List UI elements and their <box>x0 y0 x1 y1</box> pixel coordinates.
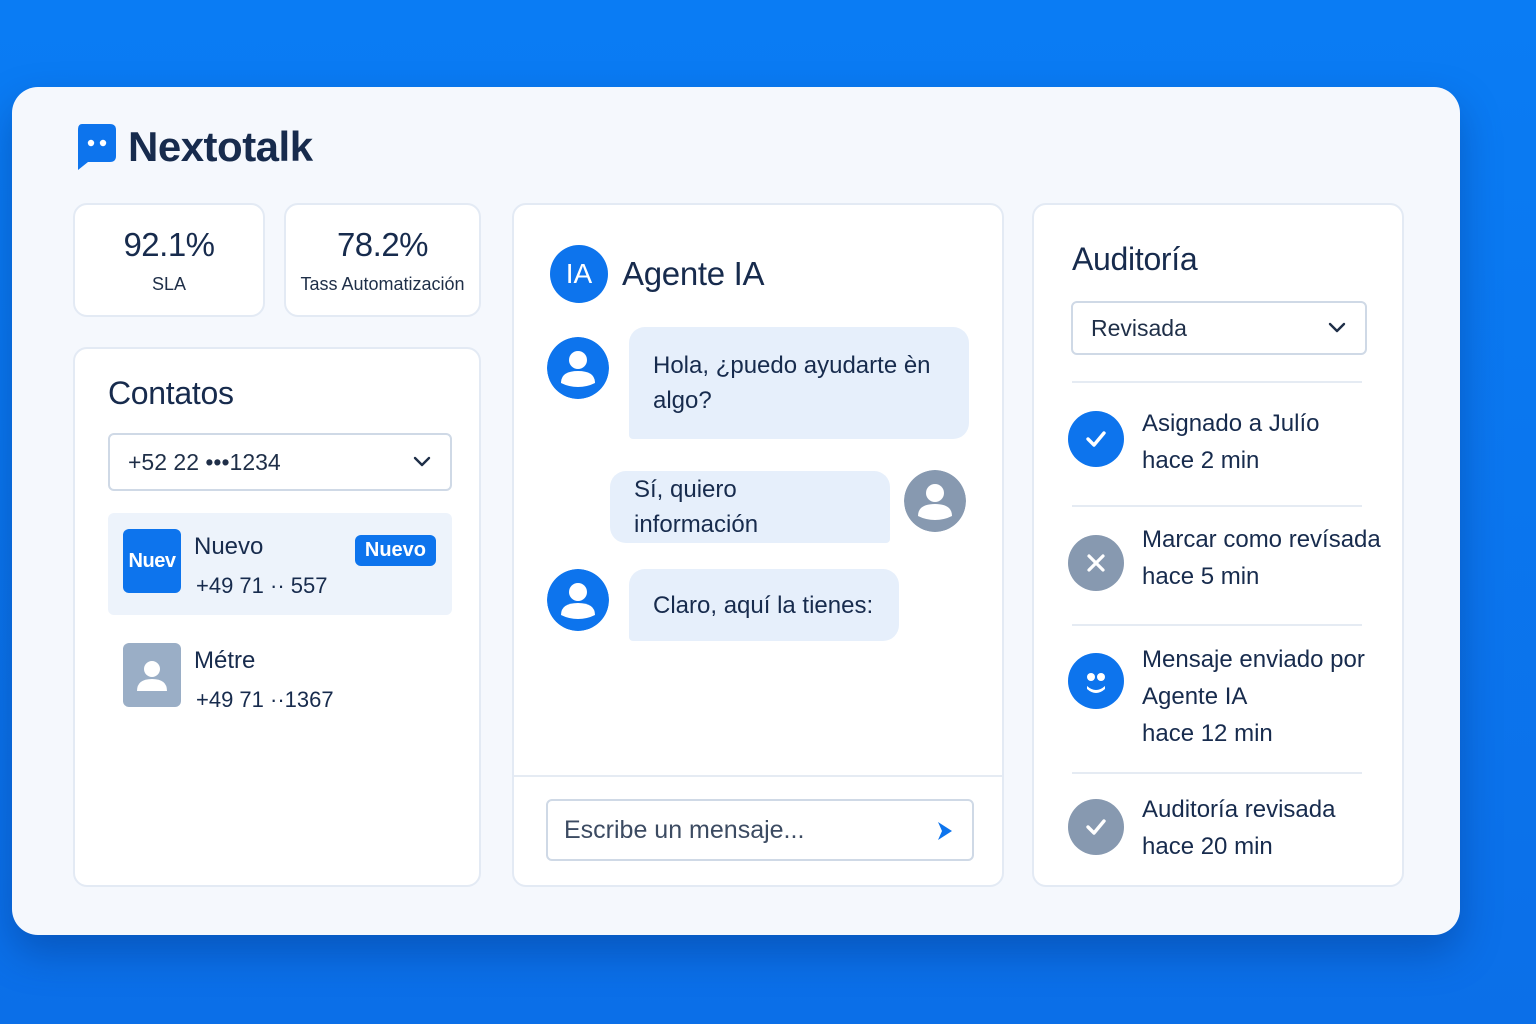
audit-item[interactable]: Asignado a Julío hace 2 min <box>1068 410 1388 491</box>
app-window: Nextotalk 92.1% SLA 78.2% Tass Automatiz… <box>12 87 1460 935</box>
brand: Nextotalk <box>74 121 313 173</box>
user-avatar-icon <box>547 569 609 631</box>
audit-item-text: Asignado a Julío <box>1142 410 1320 437</box>
audit-filter-value: Revisada <box>1091 314 1187 341</box>
audit-item-text: Marcar como revísada <box>1142 526 1381 553</box>
message-input[interactable] <box>548 801 918 859</box>
agent-avatar: IA <box>550 245 608 303</box>
audit-item[interactable]: Mensaje enviado por Agente IA hace 12 mi… <box>1068 646 1388 773</box>
brand-name: Nextotalk <box>128 123 313 170</box>
contact-avatar: Nuev <box>123 529 181 593</box>
audit-item-time: hace 2 min <box>1142 447 1260 474</box>
stat-value: 92.1% <box>123 225 215 263</box>
stat-label: SLA <box>151 273 187 294</box>
audit-item-time: hace 5 min <box>1142 563 1260 590</box>
chat-message: Hola, ¿puedo ayudarte èn algo? <box>629 327 969 439</box>
stat-card-sla: 92.1% SLA <box>73 203 265 317</box>
chevron-down-icon <box>1328 322 1346 333</box>
audit-panel: Auditoría Revisada Asignado a Julío hace… <box>1032 203 1404 887</box>
contact-select[interactable]: +52 22 •••1234 <box>108 433 452 491</box>
chevron-down-icon <box>413 456 431 467</box>
bot-face-icon <box>1068 653 1124 709</box>
stat-value: 78.2% <box>336 225 429 263</box>
chat-message: Sí, quiero información <box>610 471 890 543</box>
chat-header: IA Agente IA <box>550 245 765 303</box>
audit-item[interactable]: Auditoría revisada hace 20 min <box>1068 796 1388 879</box>
divider <box>1072 381 1362 383</box>
user-avatar-icon <box>904 470 966 532</box>
contacts-panel: Contatos +52 22 •••1234 Nuev Nuevo +49 7… <box>73 347 481 887</box>
divider <box>1072 505 1362 507</box>
contact-avatar <box>123 643 181 707</box>
contact-name: Métre <box>194 647 256 674</box>
stat-label: Tass Automatización <box>300 273 465 294</box>
audit-item-actor: Agente IA <box>1142 683 1248 710</box>
chat-panel: IA Agente IA Hola, ¿puedo ayudarte èn al… <box>512 203 1004 887</box>
send-button[interactable] <box>930 816 960 846</box>
audit-title: Auditoría <box>1072 241 1198 277</box>
chat-logo-icon <box>78 124 116 170</box>
divider <box>514 775 1002 777</box>
audit-item-text: Auditoría revisada <box>1142 796 1336 823</box>
user-avatar-icon <box>547 337 609 399</box>
stat-card-automation: 78.2% Tass Automatización <box>284 203 481 317</box>
divider <box>1072 772 1362 774</box>
close-icon <box>1068 535 1124 591</box>
check-icon <box>1068 799 1124 855</box>
contact-phone: +49 71 ··1367 <box>196 687 334 712</box>
audit-item-time: hace 20 min <box>1142 833 1273 860</box>
user-icon <box>137 661 167 691</box>
audit-item-time: hace 12 min <box>1142 720 1273 747</box>
chat-title: Agente IA <box>622 255 765 292</box>
contact-item[interactable]: Nuev Nuevo +49 71 ·· 557 Nuevo <box>108 513 452 615</box>
message-composer <box>546 799 974 861</box>
status-badge: Nuevo <box>354 535 436 566</box>
contact-phone: +49 71 ·· 557 <box>196 573 328 598</box>
audit-item[interactable]: Marcar como revísada hace 5 min <box>1068 526 1388 615</box>
chat-message: Claro, aquí la tienes: <box>629 569 899 641</box>
divider <box>1072 624 1362 626</box>
send-icon <box>938 822 952 840</box>
audit-filter-select[interactable]: Revisada <box>1071 301 1367 355</box>
contact-select-value: +52 22 •••1234 <box>128 448 281 475</box>
audit-item-text: Mensaje enviado por <box>1142 646 1365 673</box>
contact-item[interactable]: Métre +49 71 ··1367 <box>108 627 452 729</box>
contact-name: Nuevo <box>194 533 264 560</box>
check-icon <box>1068 411 1124 467</box>
contacts-title: Contatos <box>108 375 234 411</box>
